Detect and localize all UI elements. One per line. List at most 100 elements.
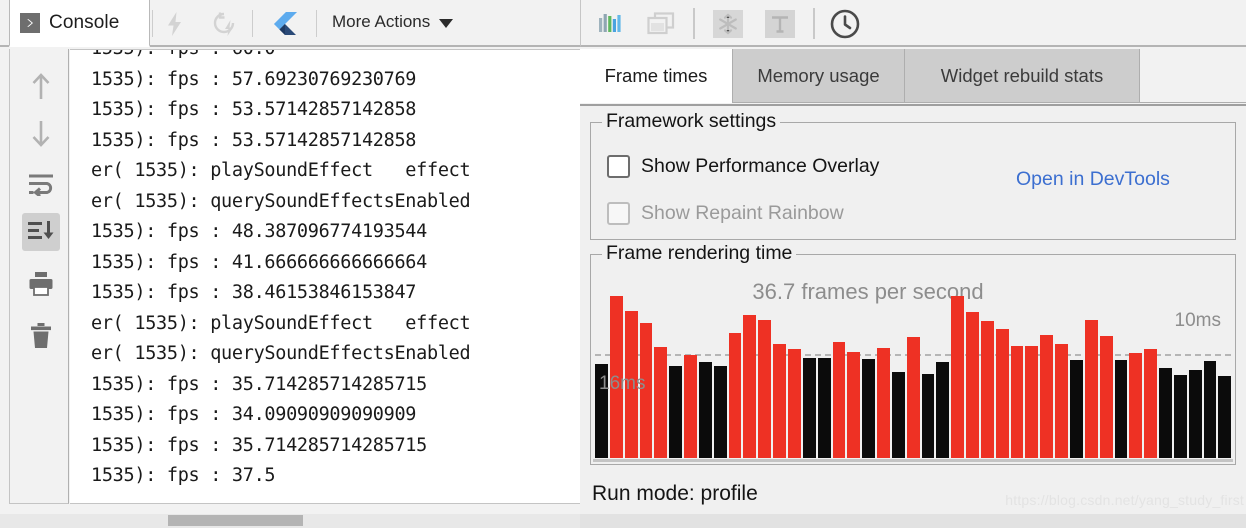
inspector-divider-2 [813, 8, 815, 39]
log-line: 1535): fps : 41.666666666666664 [91, 251, 427, 273]
frame-time-bar [1025, 346, 1039, 458]
log-line: 1535): fps : 38.46153846153847 [91, 282, 417, 303]
checkbox-box[interactable] [607, 155, 630, 178]
scroll-up-icon[interactable] [22, 68, 60, 106]
toolbar-divider-2 [252, 10, 253, 37]
flutter-inspector-pane: Frame times Memory usage Widget rebuild … [580, 0, 1246, 528]
frame-time-bar [906, 336, 920, 458]
frame-time-bar [684, 354, 697, 458]
open-in-devtools-link[interactable]: Open in DevTools [1016, 168, 1170, 191]
frame-time-bar [728, 332, 742, 458]
frame-time-bar [1070, 360, 1083, 458]
frame-rendering-time-title: Frame rendering time [602, 242, 797, 265]
frame-time-bar [877, 348, 890, 458]
log-line: 1535): fps : 34.09090909090909 [91, 404, 417, 425]
inspector-toolbar [580, 0, 1246, 47]
clock-icon[interactable] [826, 7, 864, 40]
show-performance-overlay-checkbox[interactable]: Show Performance Overlay [607, 155, 879, 178]
log-line: er( 1535): playSoundEffect effect [91, 160, 471, 181]
inspector-horizontal-scrollbar[interactable] [580, 514, 1246, 528]
frame-time-bar [1159, 367, 1172, 458]
log-line: 1535): fps : 57.69230769230769 [91, 68, 417, 90]
frame-time-bar [669, 366, 683, 458]
tab-frame-times[interactable]: Frame times [580, 49, 733, 103]
frame-time-bar [980, 321, 994, 458]
frame-time-bar [995, 329, 1009, 458]
restart-lightning-icon[interactable] [208, 8, 240, 39]
frame-time-bar [1040, 335, 1054, 458]
frame-time-bar [1055, 343, 1068, 458]
inspector-tab-bar: Frame times Memory usage Widget rebuild … [580, 49, 1246, 105]
log-line: 1535): fps : 53.57142857142858 [91, 129, 417, 151]
chevron-down-icon [439, 19, 454, 28]
more-actions-button[interactable]: More Actions [332, 12, 454, 32]
toolbar-divider-1 [152, 10, 153, 37]
frame-time-bar [1203, 360, 1217, 458]
frame-time-bar [847, 352, 861, 458]
watermark-text: https://blog.csdn.net/yang_study_first [1005, 492, 1244, 508]
log-line: 1535): fps : 35.714285714285715 [91, 373, 427, 395]
frame-time-bar [1114, 360, 1128, 458]
frame-time-bar [966, 311, 979, 458]
tab-bar-filler [1140, 49, 1246, 103]
soft-wrap-icon[interactable] [22, 165, 60, 203]
frame-time-bar [936, 362, 950, 458]
frame-time-bar [802, 358, 816, 458]
scroll-to-end-icon[interactable] [22, 213, 60, 251]
frame-time-bar [862, 359, 876, 458]
tab-memory-usage[interactable]: Memory usage [733, 49, 905, 103]
show-repaint-rainbow-checkbox[interactable]: Show Repaint Rainbow [607, 202, 844, 225]
axis-label-16ms: 16ms [599, 373, 646, 394]
log-line: er( 1535): playSoundEffect effect [91, 312, 471, 334]
console-chevron-icon [20, 12, 40, 33]
frame-time-bar [787, 349, 801, 458]
snowflake-icon[interactable] [709, 7, 747, 40]
frame-time-bar [1099, 336, 1113, 458]
frame-time-bar [773, 344, 786, 458]
frame-time-bar [1173, 375, 1187, 458]
tab-widget-rebuild-stats-label: Widget rebuild stats [940, 64, 1104, 86]
tab-widget-rebuild-stats[interactable]: Widget rebuild stats [905, 49, 1140, 103]
frame-time-bar [891, 372, 905, 458]
frame-time-bar [921, 373, 935, 458]
log-line: 1535): fps : 53.57142857142858 [91, 99, 417, 120]
console-scrollbar-thumb[interactable] [168, 515, 303, 526]
bar-chart-icon[interactable] [592, 7, 630, 40]
frame-time-bar [1188, 369, 1202, 458]
chart-baseline [593, 459, 1233, 462]
tab-console[interactable]: Console [9, 0, 150, 47]
flutter-logo-icon[interactable] [264, 8, 304, 39]
log-line: 1535): fps : 35.714285714285715 [91, 434, 427, 456]
print-icon[interactable] [22, 265, 60, 303]
frame-time-bar [1010, 345, 1024, 458]
layers-window-icon[interactable] [642, 7, 680, 40]
frame-time-bar [758, 320, 772, 458]
frame-time-bar [1129, 352, 1143, 458]
console-log-output[interactable]: 1535): fps : 60.0 1535): fps : 57.692307… [70, 49, 580, 504]
text-tool-icon[interactable] [761, 7, 799, 40]
console-toolbar: Console More Actions [0, 0, 580, 47]
frame-time-bar [1218, 376, 1232, 458]
app-window: Console More Actions 1535): fps: 57.692… [0, 0, 1246, 528]
console-log-lines: 1535): fps : 60.0 1535): fps : 57.692307… [91, 50, 580, 492]
frame-time-bar-chart[interactable] [595, 292, 1232, 458]
trash-icon[interactable] [22, 317, 60, 355]
tab-console-label: Console [49, 11, 120, 33]
frame-time-bar [817, 358, 831, 458]
framework-settings-title: Framework settings [602, 110, 781, 133]
inspector-divider-1 [693, 8, 695, 39]
log-line: 1535): fps : 37.5 [91, 465, 276, 486]
checkbox-box[interactable] [607, 202, 630, 225]
inspector-body: Framework settings Show Performance Over… [580, 104, 1246, 528]
show-performance-overlay-label: Show Performance Overlay [641, 155, 880, 177]
run-mode-label: Run mode: profile [592, 482, 758, 505]
toolbar-divider-3 [316, 10, 317, 37]
tab-memory-usage-label: Memory usage [757, 64, 880, 86]
log-line: er( 1535): querySoundEffectsEnabled [91, 343, 471, 364]
console-icon-rail [9, 49, 69, 504]
frame-rendering-time-group: Frame rendering time 36.7 frames per sec… [590, 242, 1236, 465]
lightning-bolt-icon[interactable] [159, 8, 191, 39]
scroll-down-icon[interactable] [22, 114, 60, 152]
frame-time-bar [951, 295, 965, 458]
log-line: 1535): fps : 48.387096774193544 [91, 221, 427, 242]
